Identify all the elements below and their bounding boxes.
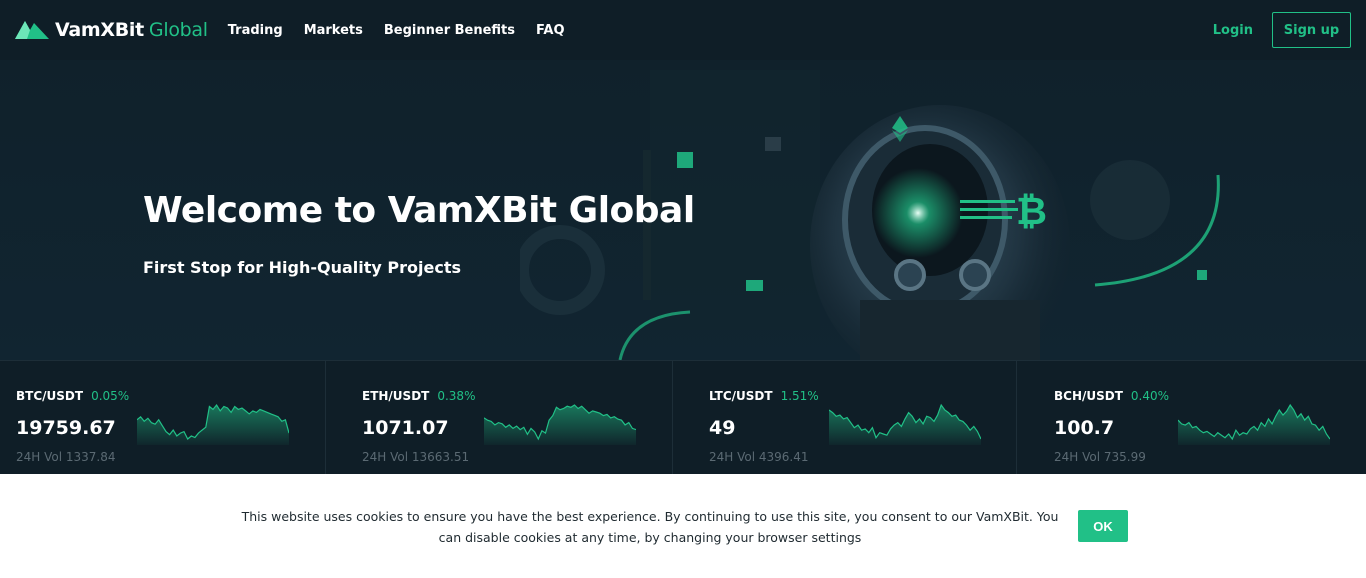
ticker-ltc-usdt[interactable]: LTC/USDT 1.51% 49 24H Vol 4396.41 [673, 361, 1017, 475]
ticker-btc-usdt[interactable]: BTC/USDT 0.05% 19759.67 24H Vol 1337.84 [0, 361, 326, 475]
ticker-volume: 24H Vol 4396.41 [709, 450, 809, 464]
ticker-volume: 24H Vol 735.99 [1054, 450, 1146, 464]
nav-links: Trading Markets Beginner Benefits FAQ [228, 23, 565, 38]
ticker-change: 0.38% [437, 389, 476, 403]
ticker-change: 0.05% [91, 389, 130, 403]
nav-link-beginner-benefits[interactable]: Beginner Benefits [384, 23, 515, 38]
bitcoin-icon: ₿ [1016, 189, 1047, 233]
nav-link-trading[interactable]: Trading [228, 23, 283, 38]
sparkline-area [137, 405, 289, 445]
sparkline-area [1178, 405, 1330, 445]
ticker-sparkline [484, 404, 636, 445]
hero-banner: ₿ Welcome to VamXBit Global First Stop f… [0, 60, 1366, 360]
ticker-price: 19759.67 [16, 417, 116, 439]
ticker-eth-usdt[interactable]: ETH/USDT 0.38% 1071.07 24H Vol 13663.51 [326, 361, 673, 475]
nav-link-markets[interactable]: Markets [304, 23, 363, 38]
ticker-pair-name: LTC/USDT [709, 389, 773, 403]
ticker-pair: BCH/USDT 0.40% [1054, 389, 1169, 403]
cookie-ok-button[interactable]: OK [1078, 510, 1128, 542]
ticker-pair: LTC/USDT 1.51% [709, 389, 819, 403]
auth-controls: Login Sign up [1213, 12, 1351, 48]
market-ticker-row: BTC/USDT 0.05% 19759.67 24H Vol 1337.84 E… [0, 360, 1366, 475]
ticker-change: 1.51% [780, 389, 819, 403]
ticker-volume: 24H Vol 1337.84 [16, 450, 116, 464]
ticker-bch-usdt[interactable]: BCH/USDT 0.40% 100.7 24H Vol 735.99 [1017, 361, 1366, 475]
brand-name-white: VamXBit [55, 19, 144, 41]
ticker-pair-name: BCH/USDT [1054, 389, 1123, 403]
nav-link-faq[interactable]: FAQ [536, 23, 565, 38]
ticker-sparkline [829, 403, 981, 445]
ticker-pair: ETH/USDT 0.38% [362, 389, 475, 403]
sparkline-area [484, 405, 636, 445]
brand-logo[interactable]: VamXBit Global [15, 19, 208, 41]
brand-name: VamXBit Global [55, 19, 208, 41]
ticker-pair: BTC/USDT 0.05% [16, 389, 129, 403]
ticker-change: 0.40% [1130, 389, 1170, 403]
ticker-pair-name: BTC/USDT [16, 389, 84, 403]
ticker-pair-name: ETH/USDT [362, 389, 430, 403]
ticker-price: 1071.07 [362, 417, 449, 439]
ticker-price: 100.7 [1054, 417, 1115, 439]
ticker-price: 49 [709, 417, 736, 439]
ticker-volume: 24H Vol 13663.51 [362, 450, 470, 464]
cookie-consent-banner: This website uses cookies to ensure you … [0, 474, 1366, 578]
login-link[interactable]: Login [1213, 23, 1253, 38]
brand-logo-icon [15, 21, 49, 39]
top-navbar: VamXBit Global Trading Markets Beginner B… [0, 0, 1366, 60]
hero-subtitle: First Stop for High-Quality Projects [143, 258, 462, 277]
signup-button[interactable]: Sign up [1272, 12, 1351, 48]
ticker-sparkline [137, 403, 289, 445]
brand-name-green: Global [148, 19, 208, 41]
ticker-sparkline [1178, 403, 1330, 445]
cookie-message: This website uses cookies to ensure you … [241, 509, 1059, 545]
svg-text:₿: ₿ [1016, 189, 1047, 233]
hero-title: Welcome to VamXBit Global [143, 190, 695, 231]
